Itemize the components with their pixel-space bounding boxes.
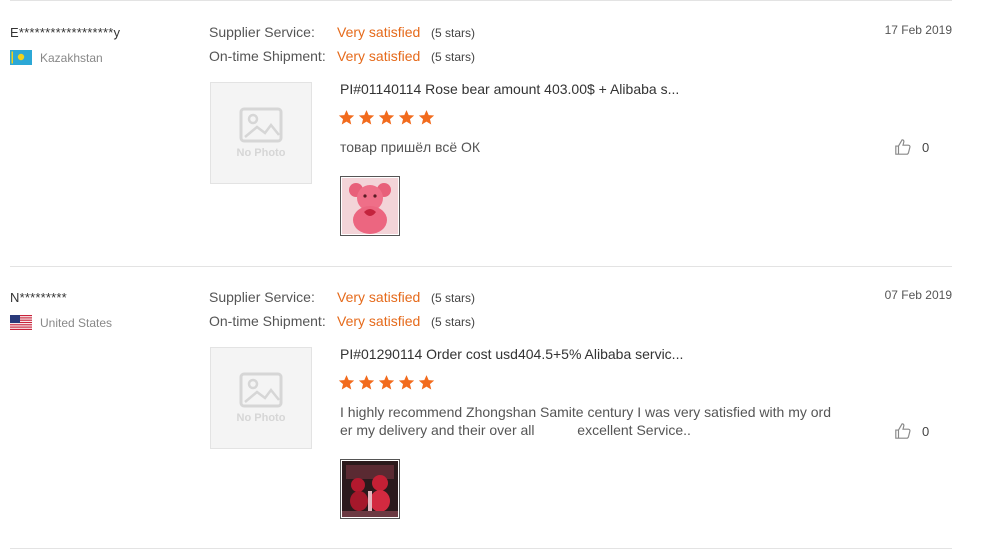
no-photo-text: No Photo xyxy=(236,147,286,159)
rating-stars xyxy=(338,374,435,391)
star-icon xyxy=(378,375,395,390)
red-rose-bears-photo xyxy=(342,461,398,517)
supplier-service-value: Very satisfied xyxy=(337,289,421,305)
ontime-shipment-row: On-time Shipment: Very satisfied (5 star… xyxy=(209,48,475,64)
product-no-photo[interactable]: No Photo xyxy=(210,82,312,184)
country-name: Kazakhstan xyxy=(40,50,103,65)
buyer-country: United States xyxy=(10,315,112,330)
pink-rose-bear-photo xyxy=(342,178,398,234)
star-icon xyxy=(398,110,415,125)
star-icon xyxy=(398,375,415,390)
thumbs-up-icon xyxy=(895,423,911,439)
supplier-service-row: Supplier Service: Very satisfied (5 star… xyxy=(209,24,475,40)
like-button[interactable]: 0 xyxy=(894,422,929,440)
like-count: 0 xyxy=(922,423,930,439)
ontime-shipment-value: Very satisfied xyxy=(337,48,421,64)
star-icon xyxy=(358,110,375,125)
product-title-link[interactable]: PI#01290114 Order cost usd404.5+5% Aliba… xyxy=(340,346,683,362)
united-states-flag-icon xyxy=(10,315,32,330)
like-count: 0 xyxy=(922,139,930,155)
image-placeholder-icon xyxy=(239,107,283,143)
buyer-name: E******************y xyxy=(10,25,121,40)
review-date: 07 Feb 2019 xyxy=(884,288,952,302)
star-icon xyxy=(338,375,355,390)
supplier-service-label: Supplier Service: xyxy=(209,289,315,305)
thumbs-up-icon xyxy=(895,139,911,155)
star-icon xyxy=(338,110,355,125)
top-divider xyxy=(10,0,952,1)
supplier-service-stars: (5 stars) xyxy=(431,26,476,40)
star-icon xyxy=(358,375,375,390)
review-photo-thumbnail[interactable] xyxy=(340,176,400,236)
review-photo-thumbnail[interactable] xyxy=(340,459,400,519)
product-no-photo[interactable]: No Photo xyxy=(210,347,312,449)
buyer-name: N********* xyxy=(10,290,67,305)
ontime-shipment-label: On-time Shipment: xyxy=(209,313,326,329)
no-photo-text: No Photo xyxy=(236,412,286,424)
supplier-service-row: Supplier Service: Very satisfied (5 star… xyxy=(209,289,475,305)
review-divider xyxy=(10,266,952,267)
review-text: I highly recommend Zhongshan Samite cent… xyxy=(340,404,831,438)
supplier-service-stars: (5 stars) xyxy=(431,291,476,305)
ontime-shipment-stars: (5 stars) xyxy=(431,50,476,64)
supplier-service-label: Supplier Service: xyxy=(209,24,315,40)
image-placeholder-icon xyxy=(239,372,283,408)
review-text: товар пришёл всё ОК xyxy=(340,139,481,155)
ontime-shipment-stars: (5 stars) xyxy=(431,315,476,329)
rating-stars xyxy=(338,109,435,126)
star-icon xyxy=(378,110,395,125)
star-icon xyxy=(418,110,435,125)
review-date: 17 Feb 2019 xyxy=(884,23,952,37)
bottom-divider xyxy=(10,548,952,549)
kazakhstan-flag-icon xyxy=(10,50,32,65)
ontime-shipment-label: On-time Shipment: xyxy=(209,48,326,64)
like-button[interactable]: 0 xyxy=(894,138,929,156)
product-title-link[interactable]: PI#01140114 Rose bear amount 403.00$ + A… xyxy=(340,81,679,97)
star-icon xyxy=(418,375,435,390)
ontime-shipment-row: On-time Shipment: Very satisfied (5 star… xyxy=(209,313,475,329)
buyer-country: Kazakhstan xyxy=(10,50,103,65)
ontime-shipment-value: Very satisfied xyxy=(337,313,421,329)
country-name: United States xyxy=(40,315,113,330)
supplier-service-value: Very satisfied xyxy=(337,24,421,40)
